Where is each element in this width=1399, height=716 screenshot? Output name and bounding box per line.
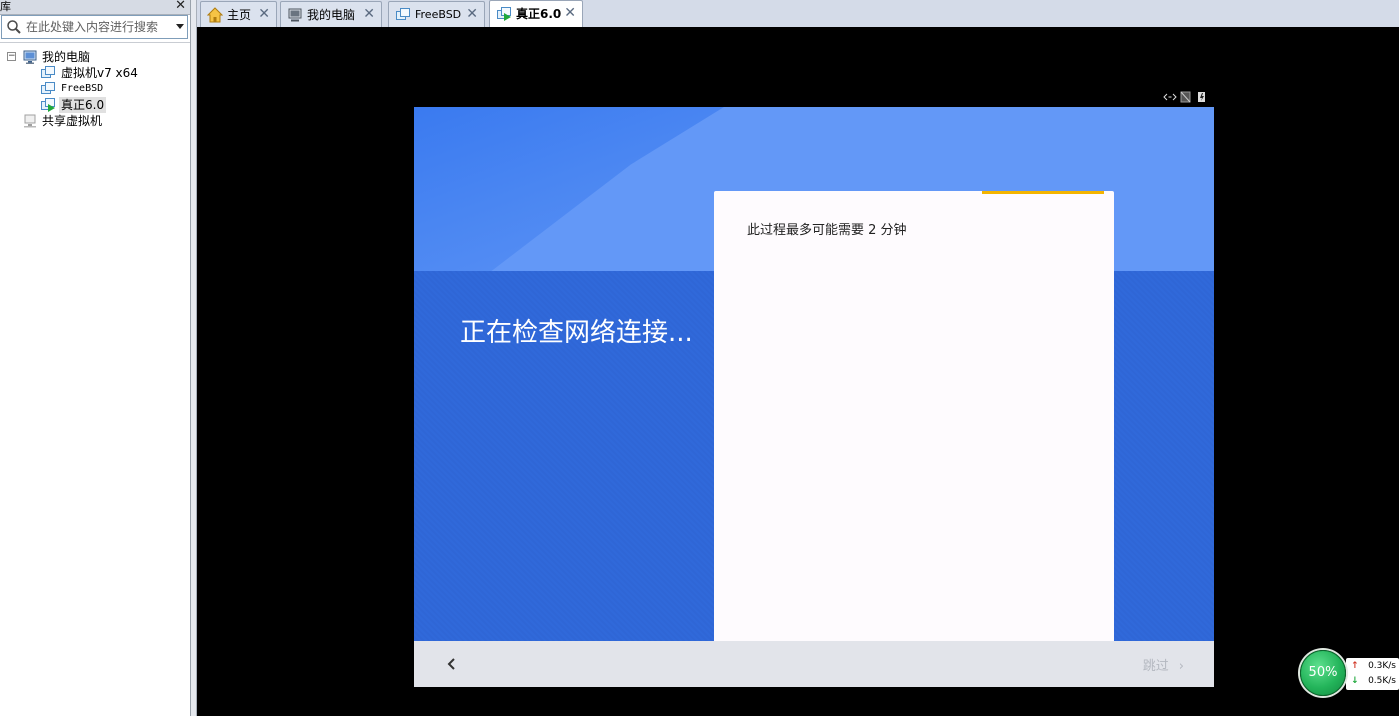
tree-item-vm-v7[interactable]: 虚拟机v7 x64 xyxy=(0,65,190,81)
sound-device-icon xyxy=(1180,91,1191,103)
library-search[interactable] xyxy=(1,15,188,39)
upload-arrow-icon: ↑ xyxy=(1351,661,1359,671)
network-speed-widget[interactable]: ↑ 0.3K/s ↓ 0.5K/s 50% xyxy=(1300,650,1399,696)
vm-running-icon xyxy=(497,7,511,21)
usb-device-icon xyxy=(1198,92,1205,102)
tab-close-button[interactable]: ✕ xyxy=(363,2,375,26)
setup-headline: 正在检查网络连接... xyxy=(460,318,693,348)
tab-my-computer[interactable]: 我的电脑 ✕ xyxy=(280,1,382,27)
vm-running-icon xyxy=(41,98,55,112)
skip-button[interactable]: 跳过 › xyxy=(1143,655,1184,674)
vm-icon xyxy=(396,8,410,20)
network-speed-panel: ↑ 0.3K/s ↓ 0.5K/s xyxy=(1346,658,1399,690)
tab-freebsd[interactable]: FreeBSD ✕ xyxy=(388,1,485,27)
tree-label: 我的电脑 xyxy=(42,50,91,64)
chevron-right-icon: › xyxy=(1178,659,1184,674)
download-row: ↓ 0.5K/s xyxy=(1346,674,1399,689)
vm-icon xyxy=(41,66,55,78)
tree-label: 共享虚拟机 xyxy=(42,114,103,128)
setup-footer: 跳过 › xyxy=(414,641,1214,687)
setup-card: 此过程最多可能需要 2 分钟 xyxy=(714,191,1114,641)
tab-zhenzheng[interactable]: 真正6.0 ✕ xyxy=(489,0,583,27)
computer-icon xyxy=(288,8,302,22)
tab-close-button[interactable]: ✕ xyxy=(466,2,478,26)
tab-close-button[interactable]: ✕ xyxy=(258,2,270,26)
tab-label: 主页 xyxy=(227,8,252,22)
guest-screen[interactable]: 正在检查网络连接... 此过程最多可能需要 2 分钟 跳过 › xyxy=(414,107,1214,687)
back-chevron-icon[interactable] xyxy=(444,655,460,673)
upload-row: ↑ 0.3K/s xyxy=(1346,659,1399,674)
library-header: 库 ✕ xyxy=(0,0,190,15)
tab-label: 真正6.0 xyxy=(516,7,562,21)
tree-label: 真正6.0 xyxy=(59,97,107,113)
tree-label: FreeBSD xyxy=(61,83,104,94)
download-arrow-icon: ↓ xyxy=(1351,676,1359,686)
search-input[interactable] xyxy=(26,19,166,35)
setup-card-text: 此过程最多可能需要 2 分钟 xyxy=(747,223,907,238)
progress-indicator xyxy=(982,191,1104,194)
memory-usage-ball[interactable]: 50% xyxy=(1300,650,1346,696)
search-icon xyxy=(7,20,21,34)
tab-close-button[interactable]: ✕ xyxy=(564,1,576,25)
tree-item-shared-vms[interactable]: 共享虚拟机 xyxy=(0,113,190,129)
tree-label: 虚拟机v7 x64 xyxy=(61,66,138,80)
library-title: 库 xyxy=(0,0,11,13)
tab-home[interactable]: 主页 ✕ xyxy=(200,1,277,27)
tree-item-my-computer[interactable]: − 我的电脑 xyxy=(0,49,190,65)
shared-vm-icon xyxy=(24,114,36,128)
library-divider xyxy=(0,42,190,43)
skip-label: 跳过 xyxy=(1142,659,1169,674)
upload-speed: 0.3K/s xyxy=(1368,661,1396,671)
network-adapter-icon xyxy=(1163,93,1177,101)
tree-item-freebsd[interactable]: FreeBSD xyxy=(0,81,190,97)
search-dropdown-arrow-icon[interactable] xyxy=(176,24,184,29)
vm-device-status-icons xyxy=(1163,91,1205,103)
tree-collapse-toggle[interactable]: − xyxy=(7,52,16,61)
hero-decoration xyxy=(414,107,724,271)
tab-label: FreeBSD xyxy=(415,8,462,21)
home-icon xyxy=(207,7,223,23)
tree-item-zhenzheng[interactable]: 真正6.0 xyxy=(0,97,190,113)
tab-bar: 主页 ✕ 我的电脑 ✕ FreeBSD ✕ 真正6.0 ✕ xyxy=(197,0,1399,27)
vm-icon xyxy=(41,82,55,94)
library-close-button[interactable]: ✕ xyxy=(175,0,186,13)
computer-icon xyxy=(23,50,37,64)
tab-label: 我的电脑 xyxy=(307,8,356,22)
download-speed: 0.5K/s xyxy=(1368,676,1396,686)
library-panel: 库 ✕ − 我的电脑 虚拟机v7 x64 xyxy=(0,0,191,716)
